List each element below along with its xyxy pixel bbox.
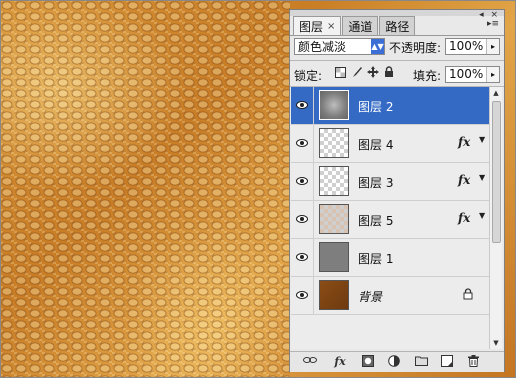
- eye-divider: [313, 201, 314, 238]
- lock-fill-row: 锁定: 填充: 100% ▸: [294, 66, 500, 84]
- blend-mode-value: 颜色减淡: [298, 40, 347, 54]
- layer-row[interactable]: 图层 2: [291, 87, 489, 125]
- tab-channels-label: 通道: [348, 19, 373, 34]
- layer-thumbnail[interactable]: [319, 166, 349, 196]
- lock-transparent-icon[interactable]: [333, 66, 347, 82]
- fill-label: 填充:: [413, 69, 442, 83]
- blend-opacity-row: 颜色减淡 ▲▼ 不透明度: 100% ▸: [294, 38, 500, 56]
- layer-row[interactable]: 背景: [291, 277, 489, 315]
- scroll-up-icon[interactable]: ▲: [490, 87, 502, 99]
- layer-name[interactable]: 图层 2: [358, 98, 393, 115]
- fx-icon[interactable]: fx: [458, 173, 470, 187]
- dropdown-arrow-icon[interactable]: ▲▼: [371, 39, 384, 54]
- eye-icon[interactable]: [296, 251, 308, 263]
- layer-thumbnail[interactable]: [319, 204, 349, 234]
- layer-name[interactable]: 图层 4: [358, 136, 393, 153]
- layer-name[interactable]: 图层 1: [358, 250, 393, 267]
- eye-icon[interactable]: [296, 99, 308, 111]
- layer-thumbnail[interactable]: [319, 128, 349, 158]
- panel-bottom-toolbar: fx: [290, 351, 504, 372]
- embossed-texture: [0, 0, 290, 378]
- trash-icon[interactable]: [466, 355, 480, 368]
- expand-effects-icon[interactable]: ▼: [479, 173, 485, 182]
- eye-icon[interactable]: [296, 175, 308, 187]
- tab-channels[interactable]: 通道: [342, 16, 379, 35]
- layer-row[interactable]: 图层 1: [291, 239, 489, 277]
- adjustment-icon[interactable]: [387, 355, 401, 368]
- expand-effects-icon[interactable]: ▼: [479, 211, 485, 220]
- blend-mode-select[interactable]: 颜色减淡 ▲▼: [294, 38, 385, 55]
- opacity-value: 100%: [449, 39, 484, 53]
- lock-move-icon[interactable]: [366, 66, 380, 82]
- tab-divider: [290, 35, 504, 36]
- link-icon[interactable]: [303, 355, 317, 368]
- eye-divider: [313, 239, 314, 276]
- eye-divider: [313, 125, 314, 162]
- layer-name[interactable]: 图层 3: [358, 174, 393, 191]
- lock-all-icon[interactable]: [382, 66, 396, 82]
- tab-layers[interactable]: 图层 ×: [293, 16, 342, 36]
- panel-tabs: 图层 × 通道 路径: [293, 16, 416, 36]
- eye-icon[interactable]: [296, 289, 308, 301]
- fx-icon[interactable]: fx: [331, 355, 349, 368]
- fill-input[interactable]: 100% ▸: [445, 66, 500, 83]
- layer-thumbnail[interactable]: [319, 280, 349, 310]
- fx-icon[interactable]: fx: [458, 135, 470, 149]
- tab-paths-label: 路径: [385, 19, 410, 34]
- mask-icon[interactable]: [361, 355, 375, 368]
- new-layer-icon[interactable]: [440, 355, 454, 368]
- layer-thumbnail[interactable]: [319, 90, 349, 120]
- eye-icon[interactable]: [296, 137, 308, 149]
- lock-brush-icon[interactable]: [350, 66, 364, 82]
- panel-menu-icon[interactable]: ▸≡: [487, 19, 499, 29]
- layer-scrollbar[interactable]: ▲ ▼: [489, 87, 502, 349]
- layers-panel: ◂ × 图层 × 通道 路径 ▸≡ 颜色减淡 ▲▼ 不透明度: 100% ▸ 锁…: [289, 9, 505, 372]
- close-icon[interactable]: ×: [327, 21, 335, 32]
- layer-list: 图层 2 图层 4 fx ▼ 图层 3 fx ▼ 图层 5 fx ▼ 图层 1 …: [291, 87, 489, 349]
- layer-thumbnail[interactable]: [319, 242, 349, 272]
- scroll-down-icon[interactable]: ▼: [490, 337, 502, 349]
- opacity-slider-arrow-icon[interactable]: ▸: [486, 39, 499, 54]
- scroll-thumb[interactable]: [492, 101, 501, 243]
- layer-row[interactable]: 图层 4 fx ▼: [291, 125, 489, 163]
- fill-value: 100%: [449, 67, 484, 81]
- eye-divider: [313, 163, 314, 200]
- layer-row[interactable]: 图层 3 fx ▼: [291, 163, 489, 201]
- fill-slider-arrow-icon[interactable]: ▸: [486, 67, 499, 82]
- fx-button-label: fx: [334, 355, 346, 368]
- layer-name[interactable]: 图层 5: [358, 212, 393, 229]
- opacity-label: 不透明度:: [389, 41, 442, 55]
- layer-row[interactable]: 图层 5 fx ▼: [291, 201, 489, 239]
- options-divider: [290, 60, 504, 61]
- layer-name[interactable]: 背景: [358, 288, 382, 305]
- fx-icon[interactable]: fx: [458, 211, 470, 225]
- eye-divider: [313, 87, 314, 124]
- folder-icon[interactable]: [414, 355, 428, 368]
- eye-icon[interactable]: [296, 213, 308, 225]
- lock-label: 锁定:: [294, 69, 323, 83]
- tab-layers-label: 图层: [299, 20, 324, 34]
- lock-icon: [463, 288, 473, 300]
- eye-divider: [313, 277, 314, 314]
- expand-effects-icon[interactable]: ▼: [479, 135, 485, 144]
- tab-paths[interactable]: 路径: [379, 16, 416, 35]
- opacity-input[interactable]: 100% ▸: [445, 38, 500, 55]
- layer-list-empty-area: [291, 315, 489, 349]
